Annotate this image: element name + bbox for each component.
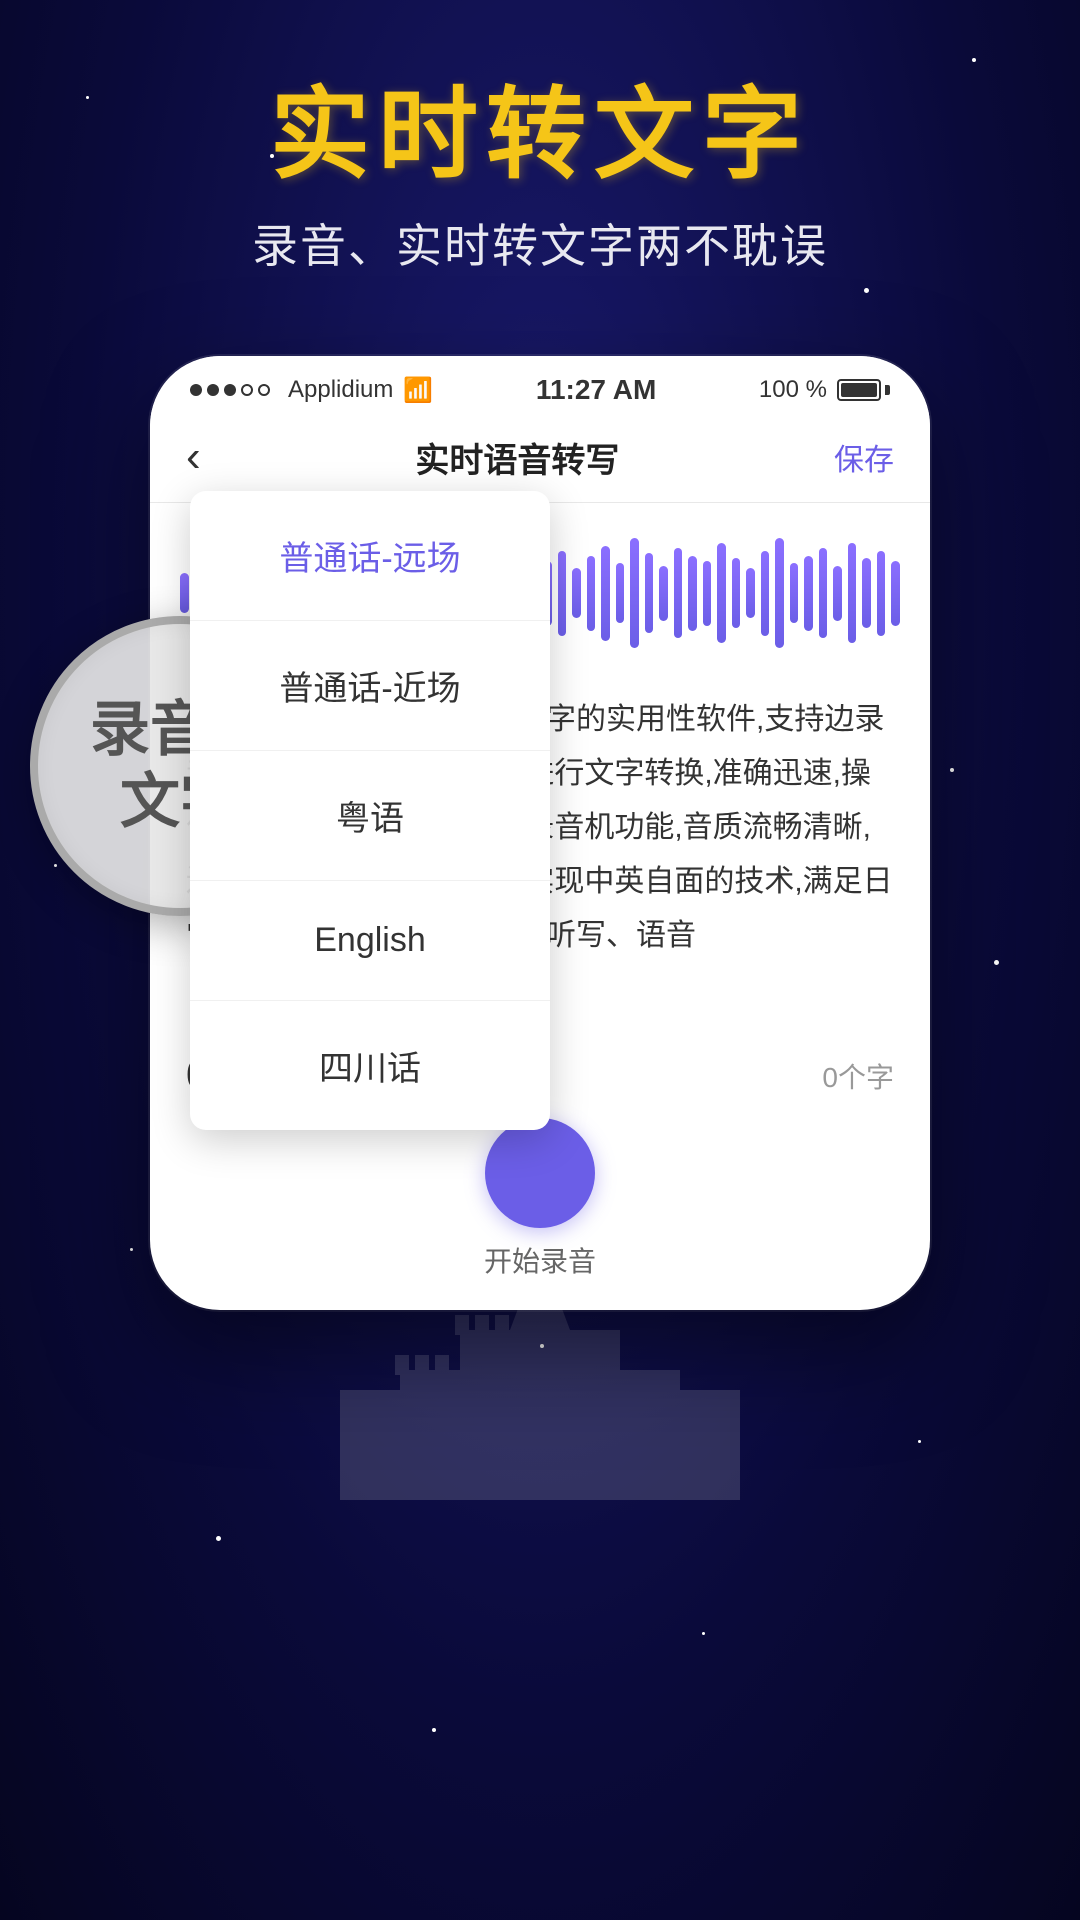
record-button-area: 开始录音: [150, 1118, 930, 1310]
hero-section: 实时转文字 录音、实时转文字两不耽误: [0, 0, 1080, 316]
wifi-icon: 📶: [403, 376, 433, 405]
wave-bar: [645, 553, 654, 633]
signal-dot-4: [241, 384, 253, 396]
wave-bar: [804, 556, 813, 631]
nav-title: 实时语音转写: [415, 433, 619, 482]
back-button[interactable]: ‹: [186, 432, 201, 482]
wave-bar: [732, 558, 741, 628]
sub-title: 录音、实时转文字两不耽误: [0, 210, 1080, 276]
wave-bar: [688, 556, 697, 631]
main-title: 实时转文字: [0, 80, 1080, 190]
phone-container: Applidium 📶 11:27 AM 100 % ‹ 实: [150, 356, 930, 1310]
dropdown-item-putonghua-far[interactable]: 普通话-远场: [190, 491, 550, 621]
wave-bar: [601, 546, 610, 641]
dropdown-item-cantonese[interactable]: 粤语: [190, 751, 550, 881]
wave-bar: [674, 548, 683, 638]
wave-bar: [703, 561, 712, 626]
status-time: 11:27 AM: [536, 374, 656, 406]
wave-bar: [180, 573, 189, 613]
signal-dots: [190, 384, 270, 396]
wave-bar: [717, 543, 726, 643]
wave-bar: [790, 563, 799, 623]
wave-bar: [616, 563, 625, 623]
wave-bar: [877, 551, 886, 636]
signal-dot-1: [190, 384, 202, 396]
wave-bar: [891, 561, 900, 626]
battery-percentage: 100 %: [759, 376, 827, 404]
battery-icon: [837, 379, 890, 401]
wave-bar: [558, 551, 567, 636]
language-dropdown[interactable]: 普通话-远场普通话-近场粤语English四川话: [190, 491, 550, 1130]
wave-bar: [587, 556, 596, 631]
page: 实时转文字 录音、实时转文字两不耽误 Applidium 📶: [0, 0, 1080, 1920]
wave-bar: [848, 543, 857, 643]
signal-dot-2: [207, 384, 219, 396]
wave-bar: [761, 551, 770, 636]
record-label: 开始录音: [484, 1240, 596, 1280]
save-button[interactable]: 保存: [834, 435, 894, 479]
nav-bar: ‹ 实时语音转写 保存: [150, 416, 930, 503]
carrier-label: Applidium: [288, 376, 393, 404]
wave-bar: [833, 566, 842, 621]
dropdown-item-sichuan[interactable]: 四川话: [190, 1001, 550, 1130]
wave-bar: [572, 568, 581, 618]
status-right: 100 %: [759, 376, 890, 404]
dropdown-item-putonghua-near[interactable]: 普通话-近场: [190, 621, 550, 751]
wave-bar: [746, 568, 755, 618]
wave-bar: [819, 548, 828, 638]
signal-dot-3: [224, 384, 236, 396]
dropdown-item-english[interactable]: English: [190, 881, 550, 1001]
wave-bar: [862, 558, 871, 628]
status-bar: Applidium 📶 11:27 AM 100 %: [150, 356, 930, 416]
wave-bar: [630, 538, 639, 648]
wave-bar: [775, 538, 784, 648]
signal-dot-5: [258, 384, 270, 396]
word-count: 0个字: [822, 1056, 894, 1096]
status-left: Applidium 📶: [190, 376, 433, 405]
record-button[interactable]: [485, 1118, 595, 1228]
wave-bar: [659, 566, 668, 621]
